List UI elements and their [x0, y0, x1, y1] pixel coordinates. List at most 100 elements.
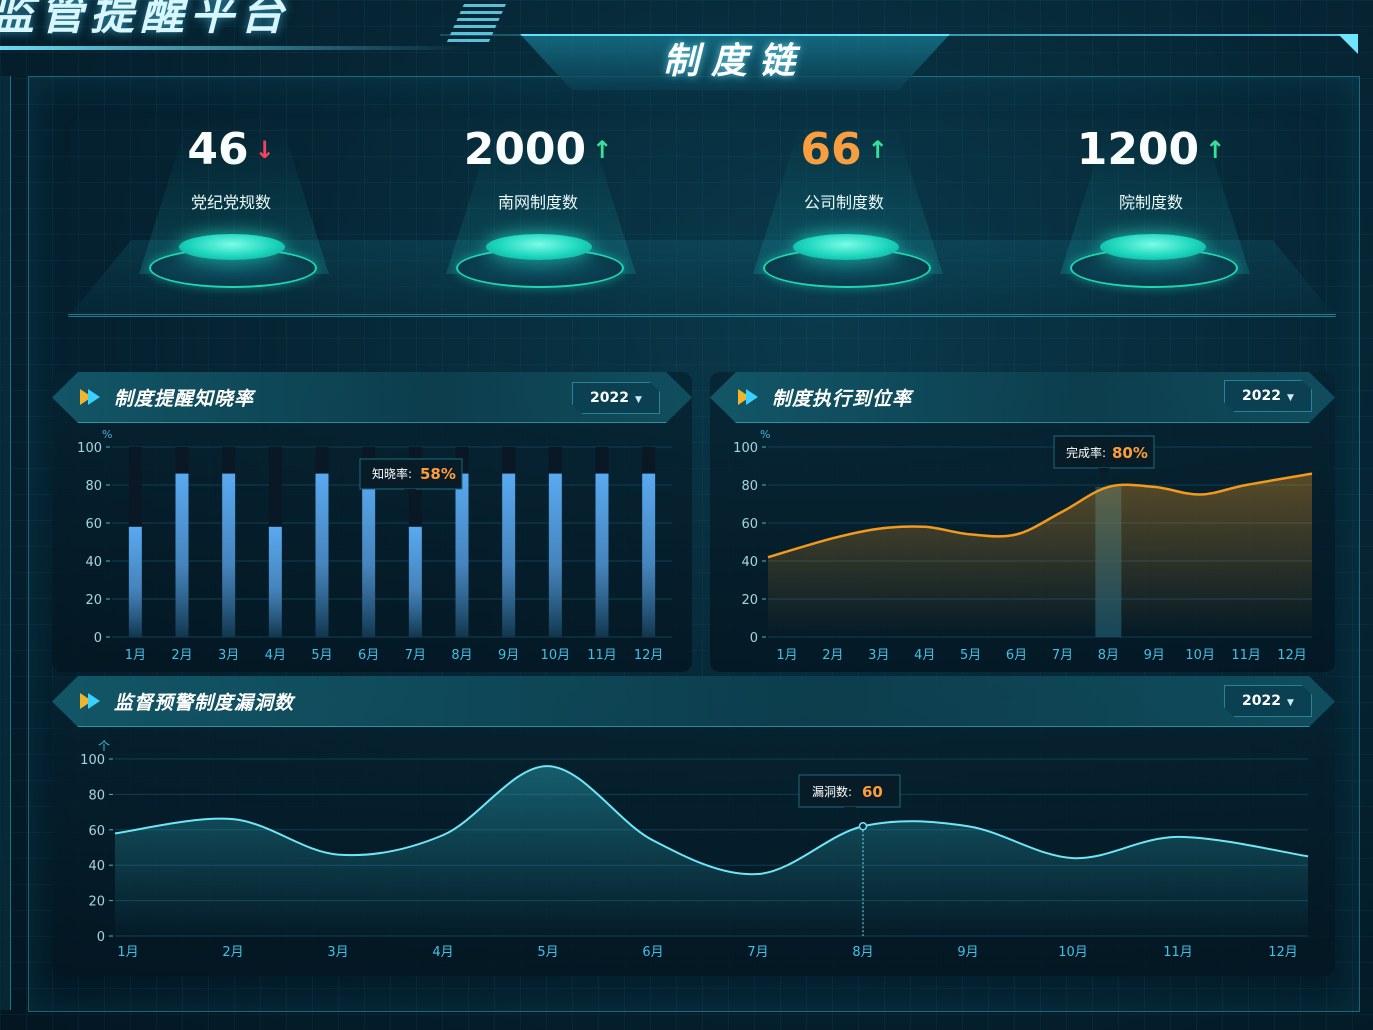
pedestal-icon — [139, 124, 329, 294]
app-title: 监管提醒平台 — [0, 0, 290, 40]
awareness-bar-chart: 0204060801001月 2月 3月 4月 5月 6月 7月 8月 9月 10月 11月 12月 … — [77, 428, 672, 663]
x-tick-label: 2月 — [822, 648, 843, 663]
execution-tooltip: 完成率: 80% — [1053, 435, 1155, 475]
x-tick-label: 5月 — [537, 945, 558, 960]
bar — [175, 473, 189, 637]
tooltip-value: 60 — [862, 783, 883, 801]
bar — [362, 473, 376, 637]
tooltip-label: 漏洞数: — [812, 784, 852, 799]
tooltip-value: 80% — [1112, 444, 1148, 462]
x-tick-label: 11月 — [1231, 648, 1261, 663]
year-value: 2022 — [1242, 388, 1282, 404]
bar — [315, 473, 329, 637]
panel-title: 制度提醒知晓率 — [114, 388, 255, 410]
bar — [455, 473, 469, 637]
awareness-tooltip: 知晓率: 58% — [359, 458, 463, 496]
caret-down-icon: ▼ — [1287, 393, 1294, 403]
y-tick-label: 100 — [77, 441, 102, 456]
x-tick-label: 5月 — [311, 648, 332, 663]
y-tick-label: 80 — [88, 788, 105, 803]
bar — [548, 473, 562, 637]
caret-down-icon: ▼ — [1287, 698, 1294, 708]
play-icon — [88, 693, 100, 709]
year-value: 2022 — [1242, 693, 1282, 709]
x-tick-label: 10月 — [1058, 945, 1088, 960]
x-tick-label: 8月 — [451, 648, 472, 663]
x-tick-label: 5月 — [960, 648, 981, 663]
tooltip-label: 完成率: — [1066, 445, 1106, 460]
x-tick-label: 1月 — [125, 648, 146, 663]
caret-down-icon: ▼ — [635, 395, 642, 405]
x-tick-label: 6月 — [1006, 648, 1027, 663]
x-tick-label: 3月 — [218, 648, 239, 663]
pedestal-icon — [1060, 124, 1250, 294]
y-tick-label: 0 — [750, 631, 758, 646]
platform-edge — [68, 314, 1336, 315]
y-tick-label: 60 — [85, 517, 102, 532]
x-tick-label: 2月 — [171, 648, 192, 663]
y-tick-label: 0 — [94, 631, 102, 646]
y-tick-label: 20 — [741, 593, 758, 608]
panel-title: 监督预警制度漏洞数 — [114, 692, 295, 714]
x-tick-label: 9月 — [957, 945, 978, 960]
x-tick-label: 7月 — [747, 945, 768, 960]
x-tick-label: 11月 — [587, 648, 617, 663]
x-tick-label: 11月 — [1163, 945, 1193, 960]
bar — [128, 526, 142, 637]
year-value: 2022 — [590, 390, 630, 406]
year-select[interactable]: 2022 ▼ — [1224, 685, 1312, 717]
panel-title: 制度执行到位率 — [772, 388, 913, 410]
x-tick-label: 6月 — [358, 648, 379, 663]
x-tick-label: 4月 — [914, 648, 935, 663]
loophole-tooltip: 漏洞数: 60 — [798, 774, 901, 814]
bar — [268, 526, 282, 637]
y-tick-label: 20 — [88, 895, 105, 910]
x-tick-label: 4月 — [265, 648, 286, 663]
left-panel-edge — [0, 76, 11, 1010]
y-tick-label: 40 — [85, 555, 102, 570]
y-tick-label: 80 — [85, 479, 102, 494]
bar — [595, 473, 609, 637]
pedestal-icon — [753, 124, 943, 294]
play-icon — [746, 389, 758, 405]
x-tick-label: 3月 — [868, 648, 889, 663]
x-tick-label: 1月 — [117, 945, 138, 960]
x-tick-label: 8月 — [852, 945, 873, 960]
x-tick-label: 2月 — [222, 945, 243, 960]
y-tick-label: 60 — [741, 517, 758, 532]
bar — [222, 473, 236, 637]
y-unit-label: 个 — [98, 739, 110, 753]
tooltip-value: 58% — [420, 465, 456, 483]
year-select[interactable]: 2022 ▼ — [1224, 380, 1312, 412]
y-tick-label: 40 — [88, 859, 105, 874]
line-area — [768, 473, 1312, 637]
pedestal-icon — [446, 124, 636, 294]
x-tick-label: 9月 — [498, 648, 519, 663]
y-unit-label: % — [102, 428, 112, 441]
y-tick-label: 20 — [85, 593, 102, 608]
data-point — [858, 822, 868, 831]
y-unit-label: % — [760, 428, 770, 441]
y-tick-label: 100 — [80, 753, 105, 768]
play-icon — [88, 389, 100, 405]
corner-triangle-decoration — [1338, 34, 1358, 54]
page-title: 制度链 — [662, 41, 807, 82]
year-select[interactable]: 2022 ▼ — [572, 382, 660, 414]
execution-line-chart: 0204060801001月 2月 3月 4月 5月 6月 7月 8月 9月 10月 11月 12月 … — [733, 428, 1313, 663]
x-tick-label: 7月 — [1052, 648, 1073, 663]
loophole-area-chart: 0204060801001月 2月 3月 4月 5月 6月 7月 8月 9月 10月 11月 12月 … — [80, 739, 1309, 960]
x-tick-label: 3月 — [327, 945, 348, 960]
tooltip-label: 知晓率: — [372, 466, 412, 481]
y-tick-label: 80 — [741, 479, 758, 494]
area-fill — [115, 766, 1308, 936]
x-tick-label: 1月 — [776, 648, 797, 663]
x-tick-label: 4月 — [432, 945, 453, 960]
x-tick-label: 8月 — [1098, 648, 1119, 663]
x-tick-label: 7月 — [405, 648, 426, 663]
y-tick-label: 100 — [733, 441, 758, 456]
bar — [408, 526, 422, 637]
x-tick-label: 10月 — [1185, 648, 1215, 663]
bar — [642, 473, 656, 637]
y-tick-label: 60 — [88, 824, 105, 839]
x-tick-label: 9月 — [1144, 648, 1165, 663]
